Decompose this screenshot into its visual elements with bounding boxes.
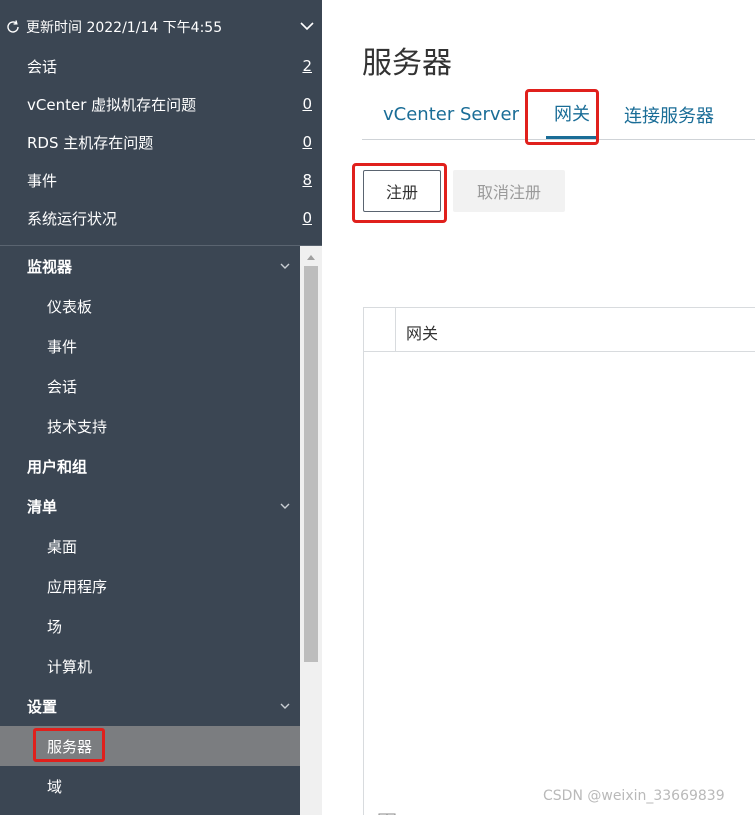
stat-count-link[interactable]: 0 bbox=[302, 209, 312, 227]
sidebar-item-farms[interactable]: 场 bbox=[0, 606, 300, 646]
column-toggle-icon[interactable] bbox=[378, 808, 396, 815]
tab-connection-servers[interactable]: 连接服务器 bbox=[624, 90, 714, 139]
stat-row-events: 事件 8 bbox=[0, 161, 322, 199]
grid-header: 网关 bbox=[364, 308, 755, 352]
chevron-up-icon[interactable] bbox=[298, 17, 316, 35]
stat-label: RDS 主机存在问题 bbox=[27, 133, 154, 152]
watermark-text: CSDN @weixin_33669839 bbox=[543, 788, 725, 804]
sidebar-nav: 监视器 仪表板 事件 会话 技术支持 用户和组 清单 桌面 应用程序 场 计算机… bbox=[0, 246, 300, 815]
register-button[interactable]: 注册 bbox=[363, 170, 441, 212]
nav-section-settings[interactable]: 设置 bbox=[0, 686, 300, 726]
chevron-down-icon bbox=[278, 699, 292, 713]
sidebar-item-label: 场 bbox=[47, 617, 63, 636]
page-title: 服务器 bbox=[362, 46, 452, 81]
sidebar-item-label: 事件 bbox=[47, 337, 78, 356]
refresh-time-label: 更新时间 2022/1/14 下午4:55 bbox=[26, 20, 223, 36]
chevron-down-icon bbox=[278, 499, 292, 513]
nav-section-users-groups[interactable]: 用户和组 bbox=[0, 446, 300, 486]
sidebar-item-label: 会话 bbox=[47, 377, 78, 396]
column-header-gateway[interactable]: 网关 bbox=[406, 320, 438, 344]
scroll-up-arrow-icon[interactable] bbox=[300, 248, 322, 266]
scrollbar-thumb[interactable] bbox=[304, 266, 318, 662]
gateway-grid: 网关 bbox=[363, 307, 755, 815]
chevron-down-icon bbox=[278, 259, 292, 273]
stat-row-rds-host-issues: RDS 主机存在问题 0 bbox=[0, 123, 322, 161]
stat-row-sessions: 会话 2 bbox=[0, 47, 322, 85]
grid-select-column[interactable] bbox=[364, 308, 396, 351]
sidebar-item-servers[interactable]: 服务器 bbox=[0, 726, 300, 766]
stat-label: vCenter 虚拟机存在问题 bbox=[27, 95, 197, 114]
nav-section-monitor[interactable]: 监视器 bbox=[0, 246, 300, 286]
main-content: 服务器 vCenter Server 网关 连接服务器 注册 取消注册 网关 bbox=[322, 0, 755, 815]
sidebar: 更新时间 2022/1/14 下午4:55 会话 2 vCenter 虚拟机存在… bbox=[0, 0, 322, 815]
sidebar-item-events[interactable]: 事件 bbox=[0, 326, 300, 366]
sidebar-item-applications[interactable]: 应用程序 bbox=[0, 566, 300, 606]
stat-label: 系统运行状况 bbox=[27, 209, 118, 228]
sidebar-item-label: 仪表板 bbox=[47, 297, 93, 316]
sidebar-item-label: 桌面 bbox=[47, 537, 78, 556]
sidebar-item-domains[interactable]: 域 bbox=[0, 766, 300, 806]
tab-vcenter-server[interactable]: vCenter Server bbox=[383, 90, 519, 139]
tab-bar: vCenter Server 网关 连接服务器 bbox=[362, 90, 755, 140]
stat-count-link[interactable]: 0 bbox=[302, 133, 312, 151]
tab-gateways[interactable]: 网关 bbox=[546, 90, 598, 139]
status-panel: 更新时间 2022/1/14 下午4:55 会话 2 vCenter 虚拟机存在… bbox=[0, 0, 322, 246]
sidebar-item-label: 服务器 bbox=[47, 737, 93, 756]
sidebar-item-computers[interactable]: 计算机 bbox=[0, 646, 300, 686]
sidebar-item-label: 计算机 bbox=[47, 657, 93, 676]
stat-count-link[interactable]: 2 bbox=[302, 57, 312, 75]
stat-row-system-health: 系统运行状况 0 bbox=[0, 199, 322, 237]
nav-section-label: 用户和组 bbox=[27, 457, 88, 476]
refresh-icon[interactable] bbox=[4, 18, 22, 36]
sidebar-item-desktops[interactable]: 桌面 bbox=[0, 526, 300, 566]
refresh-row[interactable]: 更新时间 2022/1/14 下午4:55 bbox=[0, 8, 322, 46]
stat-row-vcenter-vm-issues: vCenter 虚拟机存在问题 0 bbox=[0, 85, 322, 123]
sidebar-scrollbar[interactable] bbox=[300, 246, 322, 815]
stat-label: 事件 bbox=[27, 171, 58, 190]
stat-count-link[interactable]: 0 bbox=[302, 95, 312, 113]
nav-section-label: 清单 bbox=[27, 497, 58, 516]
sidebar-item-dashboard[interactable]: 仪表板 bbox=[0, 286, 300, 326]
nav-section-label: 设置 bbox=[27, 697, 58, 716]
sidebar-item-label: 应用程序 bbox=[47, 577, 108, 596]
stat-count-link[interactable]: 8 bbox=[302, 171, 312, 189]
sidebar-item-tech-support[interactable]: 技术支持 bbox=[0, 406, 300, 446]
nav-section-inventory[interactable]: 清单 bbox=[0, 486, 300, 526]
stat-label: 会话 bbox=[27, 57, 58, 76]
sidebar-item-sessions[interactable]: 会话 bbox=[0, 366, 300, 406]
sidebar-item-label: 技术支持 bbox=[47, 417, 108, 436]
sidebar-item-label: 域 bbox=[47, 777, 63, 796]
unregister-button[interactable]: 取消注册 bbox=[453, 170, 565, 212]
nav-section-label: 监视器 bbox=[27, 257, 73, 276]
